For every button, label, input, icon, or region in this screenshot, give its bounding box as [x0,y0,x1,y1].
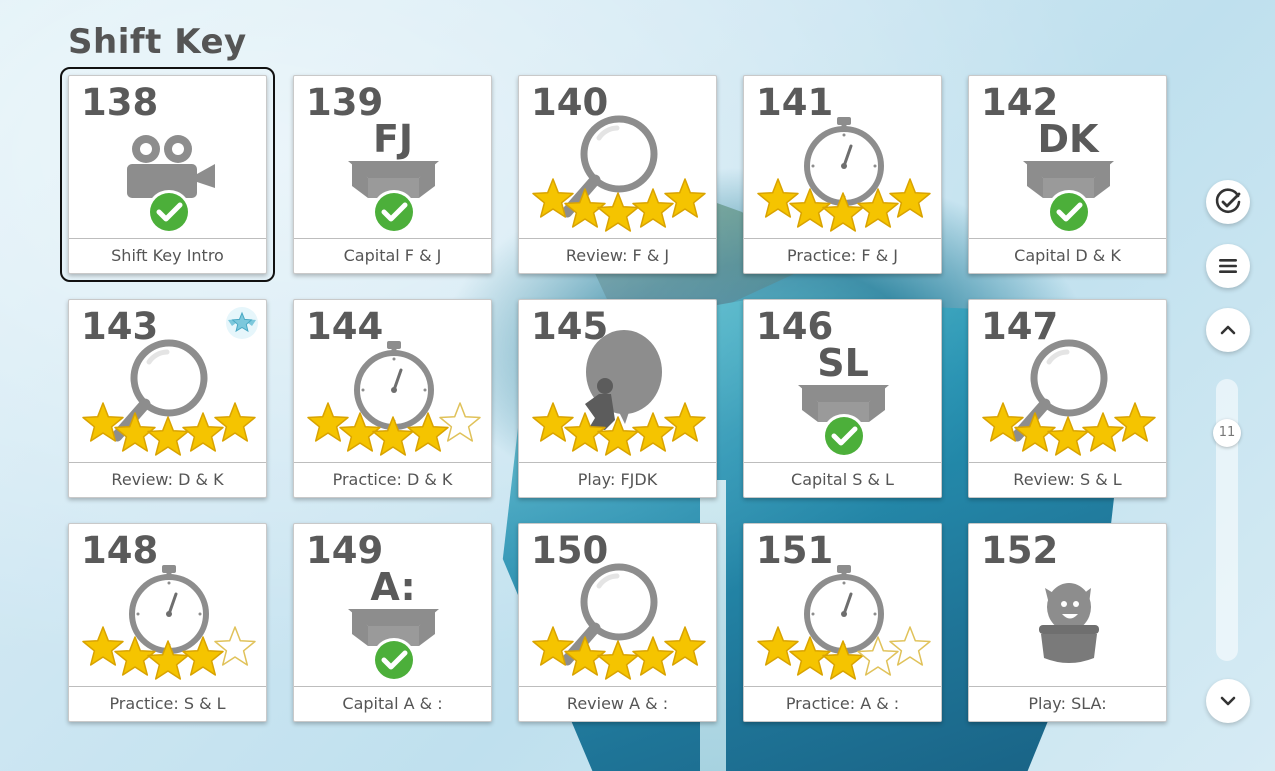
lesson-label: Play: FJDK [519,462,716,497]
scroll-page-indicator[interactable]: 11 [1213,419,1241,447]
chevron-down-icon [1220,696,1236,706]
lesson-number: 149 [306,529,384,572]
stopwatch-icon [129,565,209,654]
lesson-number: 142 [981,81,1059,124]
lesson-tile-141[interactable]: 141 Practice: F & J [743,75,942,274]
lesson-tile-152[interactable]: 152 Play: SLA: [968,523,1167,722]
lesson-number: 144 [306,305,384,348]
stopwatch-icon [354,341,434,430]
lesson-label: Practice: S & L [69,686,266,721]
lesson-number: 139 [306,81,384,124]
lesson-label: Review A & : [519,686,716,721]
lesson-tile-149[interactable]: A: 149 Capital A & : [293,523,492,722]
check-circle-icon [1215,188,1241,214]
lesson-tile-146[interactable]: SL 146 Capital S & L [743,299,942,498]
lesson-tile-145[interactable]: 145 Play: FJDK [518,299,717,498]
lesson-label: Review: F & J [519,238,716,273]
lesson-number: 138 [81,81,159,124]
magnifier-icon [111,339,208,442]
lesson-label: Capital F & J [294,238,491,273]
magnifier-icon [561,115,658,218]
lesson-tile-139[interactable]: FJ 139 Capital F & J [293,75,492,274]
lesson-tile-143[interactable]: 143 Review: D & K [68,299,267,498]
scroll-up-button[interactable] [1206,308,1250,352]
lesson-label: Capital A & : [294,686,491,721]
lesson-label: Practice: D & K [294,462,491,497]
lesson-label: Review: S & L [969,462,1166,497]
page-title: Shift Key [68,22,247,62]
completed-check-icon [1047,190,1091,234]
lesson-label: Practice: F & J [744,238,941,273]
lesson-number: 152 [981,529,1059,572]
lesson-number: 148 [81,529,159,572]
lesson-tile-151[interactable]: 151 Practice: A & : [743,523,942,722]
menu-button[interactable] [1206,244,1250,288]
star-badge-icon [226,307,258,339]
completed-check-icon [372,190,416,234]
lesson-tile-138[interactable]: 138 Shift Key Intro [60,67,275,282]
lesson-number: 151 [756,529,834,572]
lesson-tile-142[interactable]: DK 142 Capital D & K [968,75,1167,274]
lesson-tile-147[interactable]: 147 Review: S & L [968,299,1167,498]
lesson-tile-150[interactable]: 150 Review A & : [518,523,717,722]
lesson-label: Shift Key Intro [69,238,266,273]
menu-icon [1219,259,1237,273]
scroll-down-button[interactable] [1206,679,1250,723]
lesson-label: Capital D & K [969,238,1166,273]
lesson-tile-144[interactable]: 144 Practice: D & K [293,299,492,498]
stopwatch-icon [804,565,884,654]
magnifier-icon [1011,339,1108,442]
mascot-pot-icon [1039,583,1099,663]
completed-check-icon [372,638,416,682]
lesson-number: 150 [531,529,609,572]
chevron-up-icon [1220,325,1236,335]
lesson-tile-140[interactable]: 140 Review: F & J [518,75,717,274]
lesson-number: 140 [531,81,609,124]
completed-check-icon [147,190,191,234]
magnifier-icon [561,563,658,666]
lesson-number: 141 [756,81,834,124]
lesson-label: Capital S & L [744,462,941,497]
completed-check-icon [822,414,866,458]
lesson-label: Practice: A & : [744,686,941,721]
lesson-label: Play: SLA: [969,686,1166,721]
stopwatch-icon [804,117,884,206]
lesson-tile-148[interactable]: 148 Practice: S & L [68,523,267,722]
lesson-number: 143 [81,305,159,348]
progress-button[interactable] [1206,180,1250,224]
lesson-number: 146 [756,305,834,348]
lesson-label: Review: D & K [69,462,266,497]
lesson-number: 145 [531,305,609,348]
lesson-number: 147 [981,305,1059,348]
video-camera-icon [127,135,215,198]
